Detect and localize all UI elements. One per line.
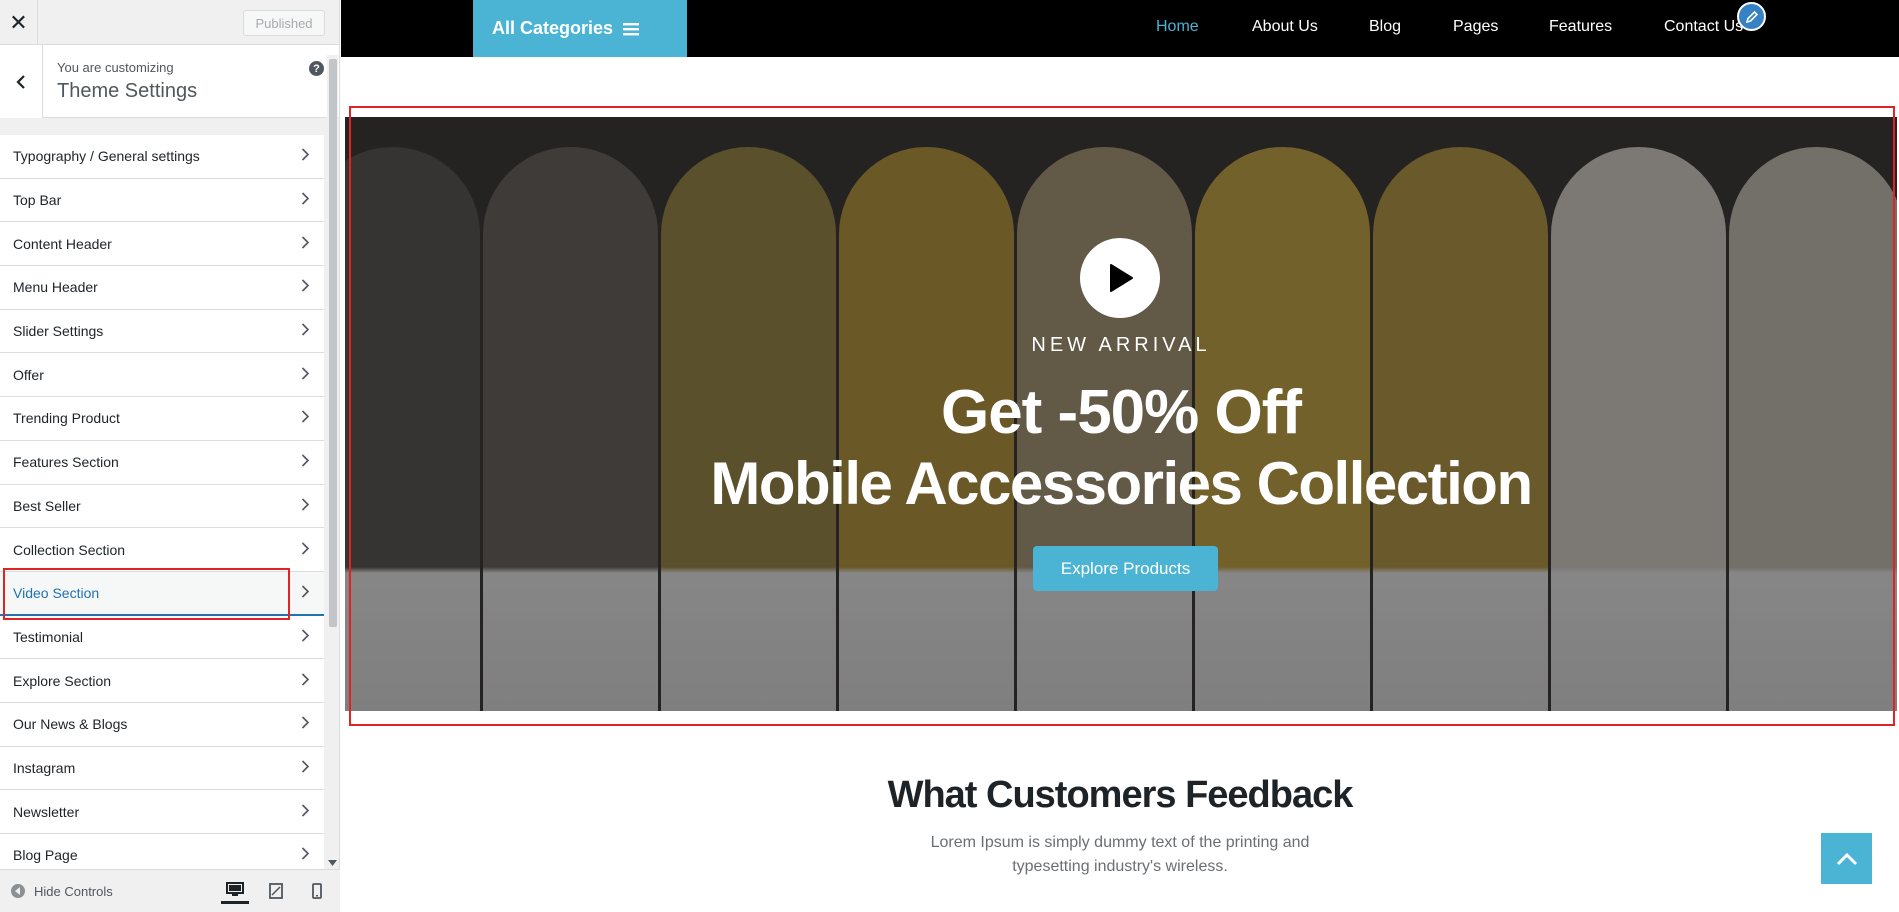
hide-controls-button[interactable]: Hide Controls — [10, 883, 113, 899]
tablet-icon[interactable] — [262, 878, 290, 904]
section-item-best-seller[interactable]: Best Seller — [0, 484, 324, 529]
section-item-label: Offer — [13, 366, 44, 383]
nav-home[interactable]: Home — [1156, 18, 1199, 36]
chevron-up-icon — [1836, 852, 1857, 865]
chevron-right-icon — [301, 192, 310, 209]
all-categories-button[interactable]: All Categories — [473, 0, 687, 57]
sidebar-scrollbar[interactable] — [327, 55, 338, 868]
section-item-testimonial[interactable]: Testimonial — [0, 615, 324, 660]
chevron-right-icon — [301, 235, 310, 252]
play-icon — [1110, 264, 1133, 292]
chevron-right-icon — [301, 672, 310, 689]
section-item-label: Content Header — [13, 235, 112, 252]
customizing-label: You are customizing — [57, 60, 174, 75]
section-item-label: Top Bar — [13, 192, 62, 209]
scrollbar-thumb[interactable] — [329, 59, 337, 627]
chevron-right-icon — [301, 584, 310, 601]
hide-controls-label: Hide Controls — [34, 883, 113, 899]
chevron-right-icon — [301, 366, 310, 383]
back-arrow-icon[interactable] — [0, 45, 43, 118]
hero-headline: Get -50% Off — [940, 378, 1302, 447]
panel-header: You are customizing Theme Settings ? — [0, 45, 339, 118]
section-list: Typography / General settings Top Bar Cont… — [0, 135, 324, 878]
customizer-footer: Hide Controls — [0, 869, 340, 912]
section-item-label: Newsletter — [13, 803, 80, 820]
nav-pages[interactable]: Pages — [1453, 18, 1498, 36]
section-item-trending-product[interactable]: Trending Product — [0, 397, 324, 441]
section-item-typography-general-settings[interactable]: Typography / General settings — [0, 135, 324, 179]
video-hero-section: NEW ARRIVAL Get -50% Off Mobile Accessor… — [345, 117, 1897, 711]
section-item-label: Slider Settings — [13, 323, 104, 340]
section-item-label: Best Seller — [13, 497, 81, 514]
feedback-text: Lorem Ipsum is simply dummy text of the … — [930, 834, 1310, 875]
publish-button[interactable]: Published — [243, 10, 325, 36]
section-item-content-header[interactable]: Content Header — [0, 222, 324, 267]
chevron-right-icon — [301, 323, 310, 340]
hero-subheadline: Mobile Accessories Collection — [710, 450, 1533, 517]
section-item-menu-header[interactable]: Menu Header — [0, 266, 324, 310]
section-item-label: Instagram — [13, 759, 76, 776]
explore-products-button[interactable]: Explore Products — [1033, 546, 1218, 591]
section-item-label: Menu Header — [13, 279, 98, 296]
chevron-right-icon — [301, 410, 310, 427]
nav-about-us[interactable]: About Us — [1252, 18, 1318, 36]
section-item-our-news-blogs[interactable]: Our News & Blogs — [0, 702, 324, 747]
nav-blog[interactable]: Blog — [1369, 18, 1401, 36]
nav-features[interactable]: Features — [1549, 18, 1612, 36]
section-item-features-section[interactable]: Features Section — [0, 440, 324, 485]
chevron-right-icon — [301, 847, 310, 864]
chevron-right-icon — [301, 541, 310, 558]
edit-shortcut-pencil-icon[interactable] — [1737, 2, 1766, 31]
collapse-icon — [11, 884, 25, 898]
section-item-label: Typography / General settings — [13, 148, 200, 165]
panel-title: Theme Settings — [57, 80, 198, 102]
help-icon[interactable]: ? — [309, 61, 324, 76]
chevron-right-icon — [301, 148, 310, 165]
section-item-explore-section[interactable]: Explore Section — [0, 659, 324, 703]
section-item-label: Our News & Blogs — [13, 716, 128, 733]
section-item-collection-section[interactable]: Collection Section — [0, 528, 324, 572]
hamburger-icon — [623, 22, 640, 35]
scroll-to-top-button[interactable] — [1821, 833, 1872, 884]
section-item-newsletter[interactable]: Newsletter — [0, 790, 324, 834]
section-item-label: Collection Section — [13, 541, 126, 558]
section-item-slider-settings[interactable]: Slider Settings — [0, 309, 324, 354]
customizer-header: ✕ Published — [0, 0, 339, 45]
desktop-icon[interactable] — [221, 878, 249, 904]
section-item-label: Testimonial — [13, 628, 84, 645]
mobile-icon[interactable] — [303, 878, 331, 904]
site-preview: All Categories Home About Us Blog Pages Feat… — [341, 0, 1899, 912]
section-item-label: Features Section — [13, 454, 119, 471]
close-icon[interactable]: ✕ — [0, 0, 38, 45]
section-item-label: Explore Section — [13, 672, 112, 689]
chevron-right-icon — [301, 454, 310, 471]
chevron-right-icon — [301, 497, 310, 514]
chevron-right-icon — [301, 716, 310, 733]
hero-eyebrow: NEW ARRIVAL — [1031, 334, 1211, 356]
customizer-sidebar: ✕ Published You are customizing Theme Se… — [0, 0, 340, 912]
chevron-right-icon — [301, 279, 310, 296]
chevron-right-icon — [301, 803, 310, 820]
section-item-top-bar[interactable]: Top Bar — [0, 178, 324, 223]
section-item-label: Blog Page — [13, 847, 78, 864]
all-categories-label: All Categories — [492, 18, 614, 38]
section-item-label: Video Section — [13, 584, 100, 601]
main-navbar: All Categories Home About Us Blog Pages Feat… — [341, 0, 1899, 57]
chevron-right-icon — [301, 759, 310, 776]
nav-contact-us[interactable]: Contact Us — [1664, 18, 1743, 36]
feedback-title: What Customers Feedback — [887, 774, 1354, 816]
play-video-button[interactable] — [1080, 238, 1160, 318]
section-item-instagram[interactable]: Instagram — [0, 746, 324, 791]
section-item-offer[interactable]: Offer — [0, 353, 324, 398]
section-item-label: Trending Product — [13, 410, 120, 427]
chevron-right-icon — [301, 628, 310, 645]
section-item-video-section[interactable]: Video Section — [0, 571, 324, 616]
